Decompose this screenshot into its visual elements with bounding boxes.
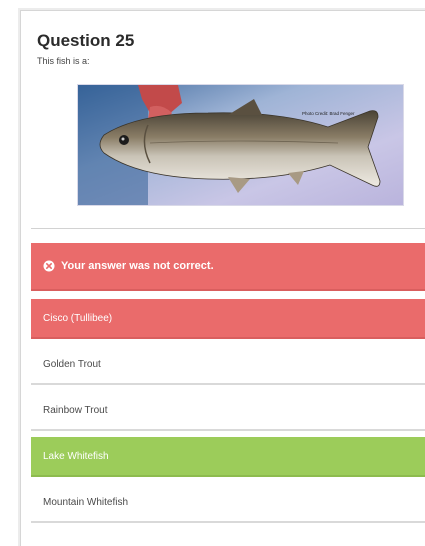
answer-option-golden-trout[interactable]: Golden Trout <box>31 345 425 385</box>
feedback-message: Your answer was not correct. <box>61 260 214 272</box>
photo-credit: Photo Credit: Brad Fenger <box>302 111 355 116</box>
question-prompt: This fish is a: <box>37 56 90 66</box>
question-panel: Question 25 This fish is a: Photo Credit… <box>20 10 425 546</box>
answer-option-mountain-whitefish[interactable]: Mountain Whitefish <box>31 483 425 523</box>
answer-option-label: Cisco (Tullibee) <box>43 312 113 324</box>
answer-option-label: Golden Trout <box>43 358 101 370</box>
divider <box>31 228 425 229</box>
x-circle-icon <box>43 260 55 272</box>
question-title: Question 25 <box>37 31 135 50</box>
answer-option-label: Rainbow Trout <box>43 404 108 416</box>
answer-option-label: Mountain Whitefish <box>43 496 129 508</box>
answer-option-cisco[interactable]: Cisco (Tullibee) <box>31 299 425 339</box>
fish-photo: Photo Credit: Brad Fenger <box>77 84 404 206</box>
feedback-banner: Your answer was not correct. <box>31 243 425 291</box>
answer-option-lake-whitefish[interactable]: Lake Whitefish <box>31 437 425 477</box>
answer-option-rainbow-trout[interactable]: Rainbow Trout <box>31 391 425 431</box>
answer-option-label: Lake Whitefish <box>43 450 109 462</box>
